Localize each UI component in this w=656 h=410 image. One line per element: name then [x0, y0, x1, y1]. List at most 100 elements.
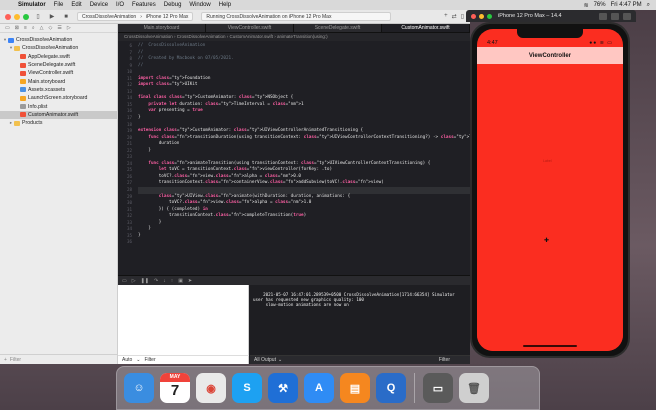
pause-icon[interactable]: ❚❚ [141, 278, 149, 284]
tree-item-label: Main.storyboard [28, 78, 66, 85]
editor-tab[interactable]: ViewController.swift [206, 24, 294, 32]
simulator-icon[interactable]: ▭ [423, 373, 453, 403]
code-text[interactable]: // CrossDissolveAnimation//// Created by… [138, 43, 470, 246]
source-control-icon[interactable]: ⊠ [15, 25, 19, 31]
menu-window[interactable]: Window [185, 2, 214, 8]
filter-field[interactable]: Filter [10, 357, 21, 363]
app-store-icon[interactable]: A [304, 373, 334, 403]
home-indicator[interactable] [523, 345, 577, 347]
step-in-icon[interactable]: ↓ [163, 278, 166, 284]
tree-item-label: CrossDissolveAnimation [22, 45, 79, 52]
tree-item[interactable]: SceneDelegate.swift [0, 61, 117, 69]
scheme-selector[interactable]: CrossDissolveAnimation › iPhone 12 Pro M… [77, 12, 194, 21]
step-out-icon[interactable]: ↑ [171, 278, 174, 284]
xcode-icon[interactable]: ⚒ [268, 373, 298, 403]
zoom-window-button[interactable] [23, 13, 29, 20]
scheme-name: CrossDissolveAnimation [82, 13, 137, 20]
location-icon[interactable]: ➤ [188, 278, 192, 284]
line-number[interactable]: 36 [118, 239, 132, 246]
tree-item[interactable]: ▾ CrossDissolveAnimation [0, 44, 117, 52]
run-icon[interactable]: ▶ [47, 13, 57, 21]
symbol-icon[interactable]: ≡ [24, 25, 27, 31]
view-debugger-icon[interactable]: ▣ [178, 278, 183, 284]
search-icon[interactable]: ⌕ [647, 2, 650, 9]
close-window-button[interactable] [471, 13, 476, 19]
window-controls [0, 13, 29, 20]
close-window-button[interactable] [5, 13, 11, 20]
editor-tab[interactable]: Main.storyboard [118, 24, 206, 32]
breakpoints-toggle-icon[interactable]: ▷ [132, 278, 136, 284]
tree-item[interactable]: ViewController.swift [0, 69, 117, 77]
minimize-window-button[interactable] [14, 13, 20, 20]
tree-item[interactable]: AppDelegate.swift [0, 53, 117, 61]
issue-icon[interactable]: △ [40, 25, 44, 31]
menu-io[interactable]: I/O [112, 2, 128, 8]
minimize-window-button[interactable] [479, 13, 484, 19]
debug-bar: ▭ ▷ ❚❚ ↷ ↓ ↑ ▣ ➤ [118, 275, 470, 285]
dock-glyph: 🗑 [467, 382, 481, 395]
dock-glyph: Q [386, 382, 396, 394]
red-view[interactable] [477, 64, 623, 351]
status-indicators: ●● ≋ ▭ [589, 40, 613, 46]
editor-tab[interactable]: CustomAnimator.swift [382, 24, 470, 32]
code-line[interactable] [138, 239, 470, 246]
hide-debug-icon[interactable]: ▭ [122, 278, 127, 284]
menu-device[interactable]: Device [86, 2, 112, 8]
inspector-toggle-icon[interactable]: ▯ [461, 13, 464, 20]
console-output-selector[interactable]: All Output [254, 357, 276, 363]
console[interactable]: 2021-05-07 16:47:01.289539+0500 CrossDis… [250, 285, 470, 364]
tree-item[interactable]: ▸ Products [0, 119, 117, 127]
books-icon[interactable]: ▤ [340, 373, 370, 403]
tree-item[interactable]: Assets.xcassets [0, 86, 117, 94]
skype-icon[interactable]: S [232, 373, 262, 403]
jump-bar[interactable]: CrossDissolveAnimation › CrossDissolveAn… [118, 33, 470, 41]
add-icon[interactable]: + [4, 357, 7, 363]
stop-icon[interactable]: ■ [61, 13, 71, 21]
find-icon[interactable]: ⌕ [32, 25, 35, 31]
clock[interactable]: Fri 4:47 PM [611, 2, 642, 8]
code-review-icon[interactable]: ⇄ [452, 13, 457, 20]
debug-icon[interactable]: ☰ [57, 25, 61, 31]
tree-item[interactable]: CustomAnimator.swift [0, 110, 117, 119]
console-filter[interactable]: Filter [439, 357, 470, 363]
variables-view: Auto ⌄ Filter [118, 285, 249, 364]
folder-icon[interactable]: ▭ [5, 25, 10, 31]
plus-icon[interactable]: + [444, 13, 448, 20]
menu-help[interactable]: Help [215, 2, 235, 8]
calendar-icon[interactable]: MAY 7 [160, 373, 190, 403]
breakpoint-icon[interactable]: ▷ [67, 25, 71, 31]
dock-glyph: ⚒ [278, 382, 288, 395]
editor-tab[interactable]: SceneDelegate.swift [294, 24, 382, 32]
tree-item[interactable]: Info.plist [0, 102, 117, 110]
tree-item[interactable]: ▾ CrossDissolveAnimation [0, 36, 117, 44]
home-button-icon[interactable] [599, 12, 607, 20]
quicktime-icon[interactable]: Q [376, 373, 406, 403]
battery-percent[interactable]: 76% [594, 2, 606, 8]
source-editor[interactable]: 6 7 8 9 10 11 12 13 14 15 16 17 18 19 20 21 22 23 24 25 26 27… [118, 41, 470, 275]
variables-scope[interactable]: Auto [122, 357, 132, 363]
finder-icon[interactable]: ☺ [124, 373, 154, 403]
wifi-icon[interactable]: ≋ [584, 2, 589, 9]
chrome-icon[interactable]: ◉ [196, 373, 226, 403]
navigator-filter[interactable]: + Filter [0, 354, 118, 364]
device-name: iPhone 12 Pro Max [145, 13, 189, 20]
trash-icon[interactable]: 🗑 [459, 373, 489, 403]
test-icon[interactable]: ◇ [49, 25, 53, 31]
zoom-window-button[interactable] [487, 13, 492, 19]
menu-debug[interactable]: Debug [160, 2, 186, 8]
screenshot-icon[interactable] [611, 12, 619, 20]
tree-item[interactable]: LaunchScreen.storyboard [0, 94, 117, 102]
code-line[interactable]: func class="fn">transitionDuration(using… [138, 135, 470, 142]
variables-filter[interactable]: Filter [145, 357, 156, 363]
sidebar-toggle-icon[interactable]: ▯ [33, 13, 43, 21]
rotate-icon[interactable] [623, 12, 631, 20]
tree-item[interactable]: Main.storyboard [0, 77, 117, 85]
simulator-screen[interactable]: ViewController 4:47 ●● ≋ ▭ Label ✚ [477, 29, 623, 351]
menu-features[interactable]: Features [128, 2, 160, 8]
step-over-icon[interactable]: ↷ [154, 278, 158, 284]
menu-edit[interactable]: Edit [67, 2, 85, 8]
menu-file[interactable]: File [50, 2, 68, 8]
app-menu[interactable]: Simulator [14, 2, 50, 8]
tree-item-label: Products [22, 120, 43, 127]
file-tree: ▾ CrossDissolveAnimation ▾ CrossDissolveAni… [0, 33, 117, 127]
